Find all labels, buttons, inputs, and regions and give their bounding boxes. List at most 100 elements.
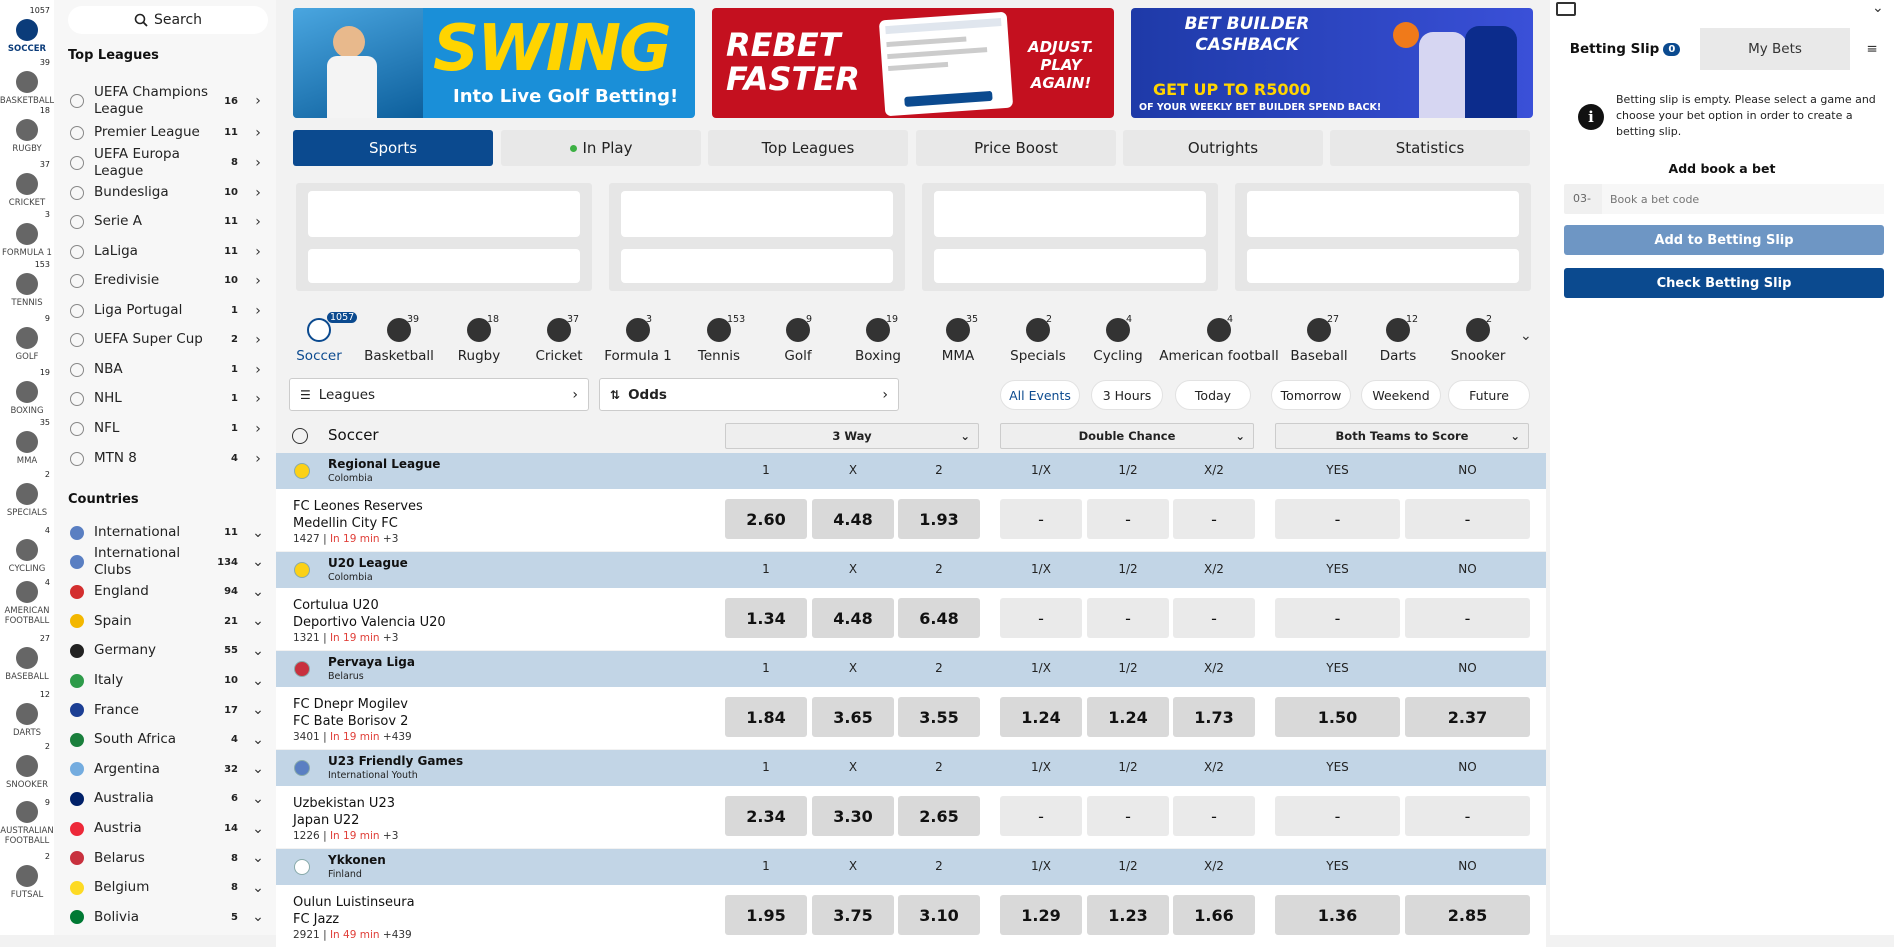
odds-button[interactable]: 1.50	[1275, 697, 1400, 737]
odds-button[interactable]: 1.34	[725, 598, 807, 638]
odds-button[interactable]: 1.24	[1087, 697, 1169, 737]
odds-button[interactable]: 3.30	[812, 796, 894, 836]
country-item[interactable]: Belarus 8 ⌄	[54, 844, 276, 873]
rail-item[interactable]: 2 FUTSAL	[0, 846, 54, 904]
odds-button[interactable]: 2.65	[898, 796, 980, 836]
sport-tab[interactable]: 12 Darts	[1358, 308, 1438, 368]
odds-button[interactable]: 1.84	[725, 697, 807, 737]
country-item[interactable]: Bolivia 5 ⌄	[54, 903, 276, 932]
odds-button[interactable]: -	[1405, 598, 1530, 638]
league-header[interactable]: U20 League Colombia 1 X 2 1/X 1/2 X/2 YES NO	[276, 552, 1546, 588]
more-markets-count[interactable]: +3	[383, 830, 398, 842]
odds-button[interactable]: -	[1000, 499, 1082, 539]
book-code-input[interactable]	[1602, 184, 1884, 214]
time-filter-pill[interactable]: All Events	[1000, 380, 1080, 410]
odds-button[interactable]: -	[1173, 499, 1255, 539]
sport-tab[interactable]: 18 Rugby	[439, 308, 519, 368]
rail-item[interactable]: 4 CYCLING	[0, 520, 54, 578]
odds-button[interactable]: 2.37	[1405, 697, 1530, 737]
odds-button[interactable]: 1.23	[1087, 895, 1169, 935]
sport-tab[interactable]: 19 Boxing	[838, 308, 918, 368]
odds-button[interactable]: 1.36	[1275, 895, 1400, 935]
odds-button[interactable]: -	[1275, 796, 1400, 836]
country-item[interactable]: International 11 ⌄	[54, 518, 276, 547]
time-filter-pill[interactable]: Weekend	[1361, 380, 1441, 410]
tab-top-leagues[interactable]: Top Leagues	[708, 130, 908, 166]
top-league-item[interactable]: Bundesliga 10 ›	[54, 178, 276, 207]
time-filter-pill[interactable]: Today	[1175, 380, 1251, 410]
sport-tab[interactable]: 2 Specials	[998, 308, 1078, 368]
odds-button[interactable]: 1.24	[1000, 697, 1082, 737]
odds-button[interactable]: -	[1405, 499, 1530, 539]
match-row[interactable]: FC Dnepr Mogilev FC Bate Borisov 2 3401 | …	[276, 687, 1546, 749]
promo-banner-golf[interactable]: SWING Into Live Golf Betting!	[293, 8, 695, 118]
add-to-betting-slip-button[interactable]: Add to Betting Slip	[1564, 225, 1884, 255]
chevron-down-icon[interactable]: ⌄	[1520, 328, 1532, 344]
more-markets-count[interactable]: +439	[383, 929, 412, 941]
odds-button[interactable]: 1.29	[1000, 895, 1082, 935]
search-button[interactable]: Search	[68, 6, 268, 34]
sport-tab[interactable]: 3 Formula 1	[598, 308, 678, 368]
rail-item[interactable]: 2 SNOOKER	[0, 736, 54, 794]
country-item[interactable]: International Clubs 134 ⌄	[54, 545, 276, 578]
top-league-item[interactable]: LaLiga 11 ›	[54, 237, 276, 266]
odds-button[interactable]: -	[1275, 598, 1400, 638]
league-header[interactable]: Regional League Colombia 1 X 2 1/X 1/2 X/2 YES NO	[276, 453, 1546, 489]
country-item[interactable]: Belgium 8 ⌄	[54, 873, 276, 902]
tab-my-bets[interactable]: My Bets	[1700, 28, 1850, 70]
promo-banner-cashback[interactable]: BET BUILDER CASHBACK GET UP TO R5000 OF …	[1131, 8, 1533, 118]
rail-item[interactable]: 18 RUGBY	[0, 100, 54, 158]
match-row[interactable]: FC Leones Reserves Medellin City FC 1427 |…	[276, 489, 1546, 551]
country-item[interactable]: Austria 14 ⌄	[54, 814, 276, 843]
odds-button[interactable]: 4.48	[812, 598, 894, 638]
top-league-item[interactable]: Eredivisie 10 ›	[54, 266, 276, 295]
league-header[interactable]: Ykkonen Finland 1 X 2 1/X 1/2 X/2 YES NO	[276, 849, 1546, 885]
market-select-3way[interactable]: 3 Way ⌄	[725, 423, 979, 449]
rail-item[interactable]: 9 GOLF	[0, 308, 54, 366]
rail-item[interactable]: 1057 SOCCER	[0, 0, 54, 58]
rail-item[interactable]: 9 AUSTRALIAN FOOTBALL	[0, 792, 54, 850]
odds-button[interactable]: -	[1087, 598, 1169, 638]
top-league-item[interactable]: NHL 1 ›	[54, 384, 276, 413]
odds-button[interactable]: 3.10	[898, 895, 980, 935]
odds-button[interactable]: -	[1000, 796, 1082, 836]
chevron-down-icon[interactable]: ⌄	[1872, 0, 1884, 16]
more-markets-count[interactable]: +439	[383, 731, 412, 743]
sport-tab[interactable]: 153 Tennis	[679, 308, 759, 368]
top-league-item[interactable]: Serie A 11 ›	[54, 207, 276, 236]
top-league-item[interactable]: UEFA Europa League 8 ›	[54, 146, 276, 179]
time-filter-pill[interactable]: Tomorrow	[1271, 380, 1351, 410]
leagues-filter-button[interactable]: ☰ Leagues ›	[289, 378, 589, 411]
sport-tab[interactable]: 4 American football	[1159, 308, 1279, 368]
rail-item[interactable]: 153 TENNIS	[0, 254, 54, 312]
odds-button[interactable]: -	[1173, 796, 1255, 836]
odds-filter-button[interactable]: ⇅ Odds ›	[599, 378, 899, 411]
tab-in-play[interactable]: In Play	[501, 130, 701, 166]
sport-tab[interactable]: 4 Cycling	[1078, 308, 1158, 368]
rail-item[interactable]: 12 DARTS	[0, 684, 54, 742]
odds-button[interactable]: 3.55	[898, 697, 980, 737]
country-item[interactable]: Italy 10 ⌄	[54, 666, 276, 695]
tab-statistics[interactable]: Statistics	[1330, 130, 1530, 166]
country-item[interactable]: Argentina 32 ⌄	[54, 755, 276, 784]
top-league-item[interactable]: Liga Portugal 1 ›	[54, 296, 276, 325]
odds-button[interactable]: -	[1173, 598, 1255, 638]
country-item[interactable]: Spain 21 ⌄	[54, 607, 276, 636]
sport-tab[interactable]: 35 MMA	[918, 308, 998, 368]
more-markets-count[interactable]: +3	[383, 533, 398, 545]
odds-button[interactable]: -	[1275, 499, 1400, 539]
check-betting-slip-button[interactable]: Check Betting Slip	[1564, 268, 1884, 298]
sport-tab[interactable]: 1057 Soccer	[279, 308, 359, 368]
country-item[interactable]: South Africa 4 ⌄	[54, 725, 276, 754]
sport-tab[interactable]: 9 Golf	[758, 308, 838, 368]
top-league-item[interactable]: UEFA Super Cup 2 ›	[54, 325, 276, 354]
league-header[interactable]: U23 Friendly Games International Youth 1 X 2…	[276, 750, 1546, 786]
rail-item[interactable]: 35 MMA	[0, 412, 54, 470]
odds-button[interactable]: -	[1000, 598, 1082, 638]
country-item[interactable]: France 17 ⌄	[54, 696, 276, 725]
top-league-item[interactable]: Premier League 11 ›	[54, 118, 276, 147]
country-item[interactable]: England 94 ⌄	[54, 577, 276, 606]
market-select-double-chance[interactable]: Double Chance ⌄	[1000, 423, 1254, 449]
odds-button[interactable]: 1.93	[898, 499, 980, 539]
promo-banner-rebet[interactable]: REBET FASTER ADJUST. PLAY AGAIN!	[712, 8, 1114, 118]
